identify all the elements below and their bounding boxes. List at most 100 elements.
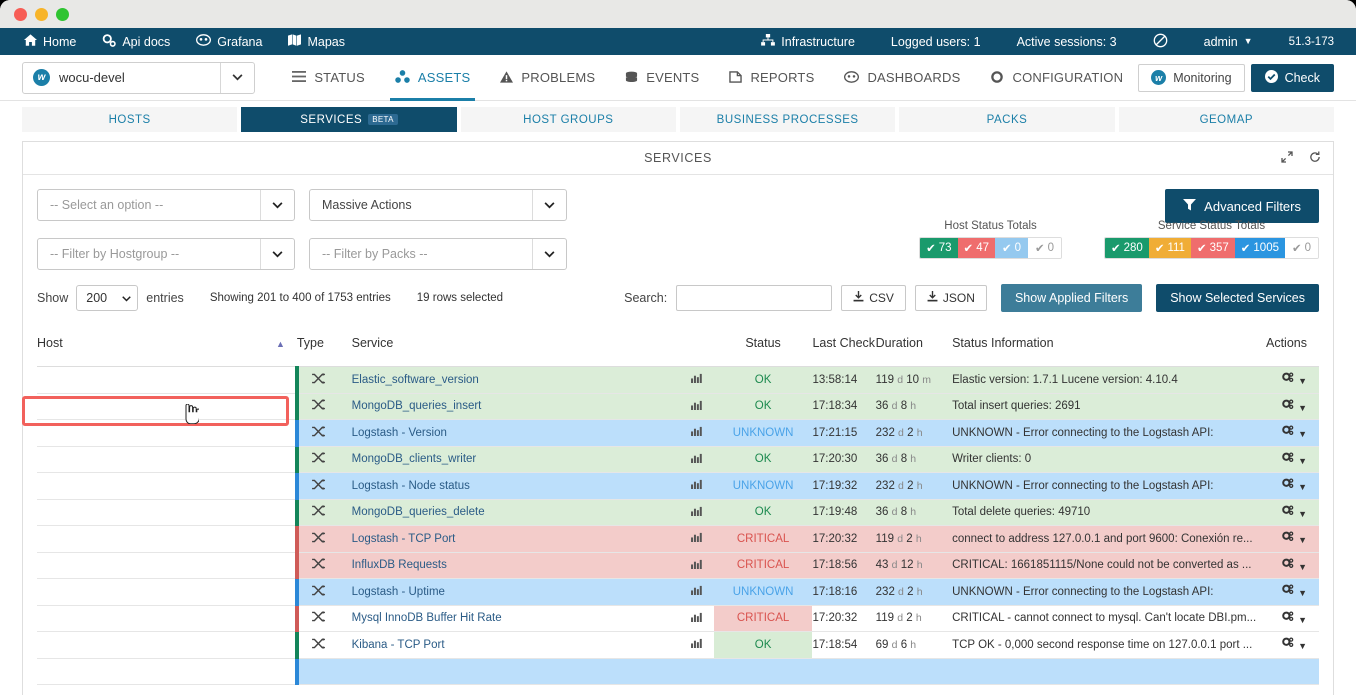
- section-tab-services[interactable]: SERVICES BETA: [241, 107, 457, 132]
- bar-chart-icon[interactable]: [690, 639, 702, 651]
- actions-gear-icon[interactable]: ▼: [1282, 558, 1307, 573]
- table-row[interactable]: Mysql InnoDB Buffer Hit Rate CRITICAL 17:2…: [37, 605, 1319, 632]
- filter-by-hostgroup-dropdown[interactable]: -- Filter by Hostgroup --: [37, 238, 295, 270]
- chevron-down-icon[interactable]: [532, 239, 566, 269]
- table-row[interactable]: MongoDB_clients_writer OK 17:20:30 36 d 8 h…: [37, 446, 1319, 473]
- table-row[interactable]: [37, 658, 1319, 685]
- row-service-link[interactable]: MongoDB_queries_delete: [337, 499, 679, 526]
- actions-gear-icon[interactable]: ▼: [1282, 637, 1307, 652]
- host-total-up[interactable]: ✔ 73: [920, 238, 958, 258]
- chevron-down-icon[interactable]: [532, 190, 566, 220]
- row-graph-icon-cell[interactable]: [679, 393, 714, 420]
- show-applied-filters-button[interactable]: Show Applied Filters: [1000, 284, 1143, 312]
- section-tab-hosts[interactable]: HOSTS: [22, 107, 238, 132]
- massive-actions-dropdown[interactable]: Massive Actions: [309, 189, 567, 221]
- nav-tab-assets[interactable]: ASSETS: [380, 55, 486, 101]
- column-header-type[interactable]: Type: [296, 328, 338, 367]
- actions-gear-icon[interactable]: ▼: [1282, 478, 1307, 493]
- table-row[interactable]: MongoDB_queries_delete OK 17:19:48 36 d 8 h…: [37, 499, 1319, 526]
- row-actions-cell[interactable]: ▼: [1257, 605, 1319, 632]
- service-total-pending[interactable]: ✔ 0: [1285, 238, 1318, 258]
- actions-gear-icon[interactable]: ▼: [1282, 425, 1307, 440]
- nav-tab-status[interactable]: STATUS: [277, 55, 380, 101]
- table-row[interactable]: Kibana - TCP Port OK 17:18:54 69 d 6 h TCP O…: [37, 631, 1319, 659]
- refresh-icon[interactable]: [1309, 150, 1321, 166]
- service-total-unknown[interactable]: ✔ 1005: [1234, 238, 1285, 258]
- monitoring-button[interactable]: w Monitoring: [1138, 63, 1245, 92]
- section-tab-packs[interactable]: PACKS: [899, 107, 1115, 132]
- actions-gear-icon[interactable]: ▼: [1282, 531, 1307, 546]
- row-graph-icon-cell[interactable]: [679, 499, 714, 526]
- column-header-service[interactable]: Service: [337, 328, 679, 367]
- row-actions-cell[interactable]: ▼: [1257, 499, 1319, 526]
- nav-tab-problems[interactable]: PROBLEMS: [485, 55, 610, 101]
- row-service-link[interactable]: Elastic_software_version: [337, 366, 679, 394]
- nav-tab-events[interactable]: EVENTS: [610, 55, 714, 101]
- bar-chart-icon[interactable]: [690, 400, 702, 413]
- row-service-link[interactable]: Logstash - TCP Port: [337, 525, 679, 553]
- chevron-down-icon[interactable]: [220, 62, 254, 93]
- host-total-unreachable[interactable]: ✔ 0: [994, 238, 1028, 258]
- column-header-duration[interactable]: Duration: [875, 328, 953, 367]
- actions-gear-icon[interactable]: ▼: [1282, 372, 1307, 387]
- service-total-warning[interactable]: ✔ 111: [1148, 238, 1191, 258]
- row-graph-icon-cell[interactable]: [679, 631, 714, 659]
- bar-chart-icon[interactable]: [690, 453, 702, 466]
- row-actions-cell[interactable]: ▼: [1257, 578, 1319, 606]
- row-graph-icon-cell[interactable]: [679, 578, 714, 606]
- host-total-down[interactable]: ✔ 47: [957, 238, 995, 258]
- row-actions-cell[interactable]: [1257, 658, 1319, 685]
- bar-chart-icon[interactable]: [690, 480, 702, 492]
- bar-chart-icon[interactable]: [690, 427, 702, 439]
- actions-gear-icon[interactable]: ▼: [1282, 399, 1307, 414]
- column-header-status[interactable]: Status: [713, 328, 813, 367]
- row-service-link[interactable]: InfluxDB Requests: [337, 552, 679, 579]
- bar-chart-icon[interactable]: [690, 506, 702, 519]
- window-maximize-button[interactable]: [56, 7, 69, 21]
- search-input[interactable]: [676, 285, 833, 311]
- table-row[interactable]: Logstash - TCP Port CRITICAL 17:20:32 119 d…: [37, 525, 1319, 553]
- nav-tab-reports[interactable]: REPORTS: [714, 55, 829, 101]
- row-graph-icon-cell[interactable]: [679, 525, 714, 553]
- topnav-infrastructure[interactable]: Infrastructure: [743, 34, 873, 49]
- window-minimize-button[interactable]: [35, 7, 48, 21]
- row-actions-cell[interactable]: ▼: [1257, 419, 1319, 447]
- service-total-ok[interactable]: ✔ 280: [1104, 238, 1149, 258]
- column-header-status-information[interactable]: Status Information: [952, 328, 1258, 367]
- row-actions-cell[interactable]: ▼: [1257, 552, 1319, 579]
- actions-gear-icon[interactable]: ▼: [1282, 611, 1307, 626]
- row-service-link[interactable]: Kibana - TCP Port: [337, 631, 679, 659]
- window-close-button[interactable]: [14, 7, 27, 21]
- filter-by-packs-dropdown[interactable]: -- Filter by Packs --: [309, 238, 567, 270]
- section-tab-business-processes[interactable]: BUSINESS PROCESSES: [679, 107, 896, 132]
- show-selected-services-button[interactable]: Show Selected Services: [1156, 284, 1319, 312]
- table-row[interactable]: Logstash - Uptime UNKNOWN 17:18:16 232 d 2 …: [37, 578, 1319, 606]
- bar-chart-icon[interactable]: [690, 374, 702, 386]
- select-an-option-dropdown[interactable]: -- Select an option --: [37, 189, 295, 221]
- nav-tab-configuration[interactable]: CONFIGURATION: [975, 55, 1138, 101]
- advanced-filters-button[interactable]: Advanced Filters: [1165, 189, 1319, 223]
- row-actions-cell[interactable]: ▼: [1257, 366, 1319, 394]
- row-actions-cell[interactable]: ▼: [1257, 446, 1319, 473]
- export-json-button[interactable]: JSON: [914, 285, 987, 311]
- service-total-critical[interactable]: ✔ 357: [1190, 238, 1235, 258]
- section-tab-host-groups[interactable]: HOST GROUPS: [460, 107, 676, 132]
- row-graph-icon-cell[interactable]: [679, 419, 714, 447]
- bar-chart-icon[interactable]: [690, 559, 702, 572]
- chevron-down-icon[interactable]: [260, 190, 294, 220]
- actions-gear-icon[interactable]: ▼: [1282, 505, 1307, 520]
- row-actions-cell[interactable]: ▼: [1257, 393, 1319, 420]
- project-selector[interactable]: w wocu-devel: [22, 61, 256, 94]
- table-row[interactable]: MongoDB_queries_insert OK 17:18:34 36 d 8 h…: [37, 393, 1319, 420]
- topnav-home[interactable]: Home: [24, 34, 76, 49]
- actions-gear-icon[interactable]: ▼: [1282, 584, 1307, 599]
- row-actions-cell[interactable]: ▼: [1257, 472, 1319, 500]
- row-service-link[interactable]: MongoDB_clients_writer: [337, 446, 679, 473]
- actions-gear-icon[interactable]: ▼: [1282, 452, 1307, 467]
- export-csv-button[interactable]: CSV: [841, 285, 906, 311]
- topnav-user-menu[interactable]: admin ▼: [1186, 35, 1271, 49]
- section-tab-geomap[interactable]: GEOMAP: [1118, 107, 1334, 132]
- row-service-link[interactable]: Mysql InnoDB Buffer Hit Rate: [337, 605, 679, 632]
- check-button[interactable]: Check: [1250, 63, 1334, 92]
- row-service-link[interactable]: MongoDB_queries_insert: [337, 393, 679, 420]
